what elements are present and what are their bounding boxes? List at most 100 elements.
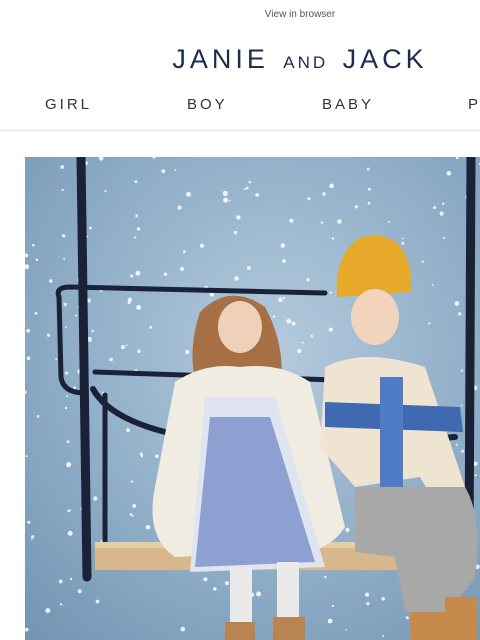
snowflake xyxy=(134,180,138,183)
snowflake xyxy=(136,227,141,231)
snowflake xyxy=(185,350,190,354)
snowflake xyxy=(282,259,286,263)
snowflake xyxy=(31,538,33,541)
nav-item-baby[interactable]: BABY xyxy=(322,96,374,113)
snowflake xyxy=(163,272,168,276)
snowflake xyxy=(402,237,404,240)
snowflake xyxy=(331,604,335,607)
snowflake xyxy=(55,358,58,361)
snowflake xyxy=(25,455,28,458)
snowflake xyxy=(66,462,72,468)
snowflake xyxy=(289,218,294,223)
hero-image[interactable] xyxy=(25,157,480,640)
snowflake xyxy=(34,311,38,315)
snowflake xyxy=(26,328,31,333)
snowflake xyxy=(428,322,431,325)
snowflake xyxy=(243,188,246,191)
snowflake xyxy=(186,191,191,197)
snowflake xyxy=(283,296,286,300)
snowflake xyxy=(145,525,151,530)
category-nav: GIRL BOY BABY P xyxy=(0,96,480,116)
logo-jack: JACK xyxy=(342,44,428,74)
snowflake xyxy=(382,634,385,637)
snowflake xyxy=(337,219,342,224)
snowflake xyxy=(432,283,434,286)
snowflake xyxy=(307,197,311,201)
nav-item-truncated[interactable]: P xyxy=(468,96,480,113)
snowflake xyxy=(322,192,326,196)
snowflake xyxy=(75,314,78,317)
snowflake xyxy=(229,199,231,202)
snowflake xyxy=(132,504,137,508)
snowflake xyxy=(327,618,333,624)
snowflake xyxy=(155,454,159,459)
snowflake xyxy=(320,221,324,224)
nav-item-boy[interactable]: BOY xyxy=(187,96,228,113)
hero-illustration xyxy=(25,157,480,640)
email-page: View in browser JANIE AND JACK GIRL BOY … xyxy=(0,0,480,640)
snowflake xyxy=(458,312,462,316)
snowflake xyxy=(247,266,251,270)
snowflake xyxy=(32,243,35,247)
snowflake xyxy=(236,215,241,220)
snowflake xyxy=(35,258,39,261)
snowflake xyxy=(405,616,409,620)
snowflake xyxy=(223,197,229,203)
snowflake xyxy=(91,329,94,333)
snowflake xyxy=(286,318,292,324)
snowflake xyxy=(180,626,186,632)
snowflake xyxy=(388,220,390,223)
snowflake xyxy=(31,535,35,539)
snowflake xyxy=(366,602,370,606)
logo-janie: JANIE xyxy=(172,44,269,74)
snowflake xyxy=(439,211,444,216)
snowflake xyxy=(233,230,238,235)
snowflake xyxy=(95,599,100,604)
snowflake xyxy=(135,214,138,218)
snowflake xyxy=(331,237,335,240)
snowflake xyxy=(140,455,143,458)
snowflake xyxy=(125,344,128,347)
snowflake xyxy=(461,369,464,372)
nav-item-girl[interactable]: GIRL xyxy=(45,96,92,113)
snowflake xyxy=(222,190,228,196)
snowflake xyxy=(69,577,73,581)
snowflake xyxy=(301,341,304,344)
snowflake xyxy=(137,349,141,353)
snowflake xyxy=(234,276,239,281)
snowflake xyxy=(272,315,275,318)
snowflake xyxy=(134,236,137,239)
brand-logo[interactable]: JANIE AND JACK xyxy=(0,44,480,75)
snowflake xyxy=(60,165,64,169)
snowflake xyxy=(280,243,286,248)
snowflake xyxy=(93,496,98,501)
snowflake xyxy=(104,190,107,193)
view-in-browser-link[interactable]: View in browser xyxy=(0,9,480,20)
snowflake xyxy=(329,183,334,189)
snowflake xyxy=(66,440,70,444)
snowflake xyxy=(213,587,217,591)
snowflake xyxy=(291,321,296,326)
logo-and: AND xyxy=(283,53,329,72)
snowflake xyxy=(203,577,208,582)
snowflake xyxy=(224,581,230,586)
snowflake xyxy=(421,260,424,263)
snowflake xyxy=(130,480,134,483)
snowflake xyxy=(131,514,134,517)
snowflake xyxy=(328,327,333,332)
snowflake xyxy=(278,297,283,302)
snowflake xyxy=(433,206,437,210)
snowflake xyxy=(45,608,51,614)
snowflake xyxy=(49,279,53,283)
snowflake xyxy=(446,171,452,176)
snowflake xyxy=(365,592,370,597)
snowflake xyxy=(367,201,371,205)
snowflake xyxy=(136,305,142,310)
snowflake xyxy=(248,180,252,184)
snowflake xyxy=(129,513,133,516)
snowflake xyxy=(89,226,92,230)
snowflake xyxy=(174,169,177,172)
snowflake xyxy=(61,188,64,192)
snowflake xyxy=(77,589,82,594)
snowflake xyxy=(126,428,130,433)
